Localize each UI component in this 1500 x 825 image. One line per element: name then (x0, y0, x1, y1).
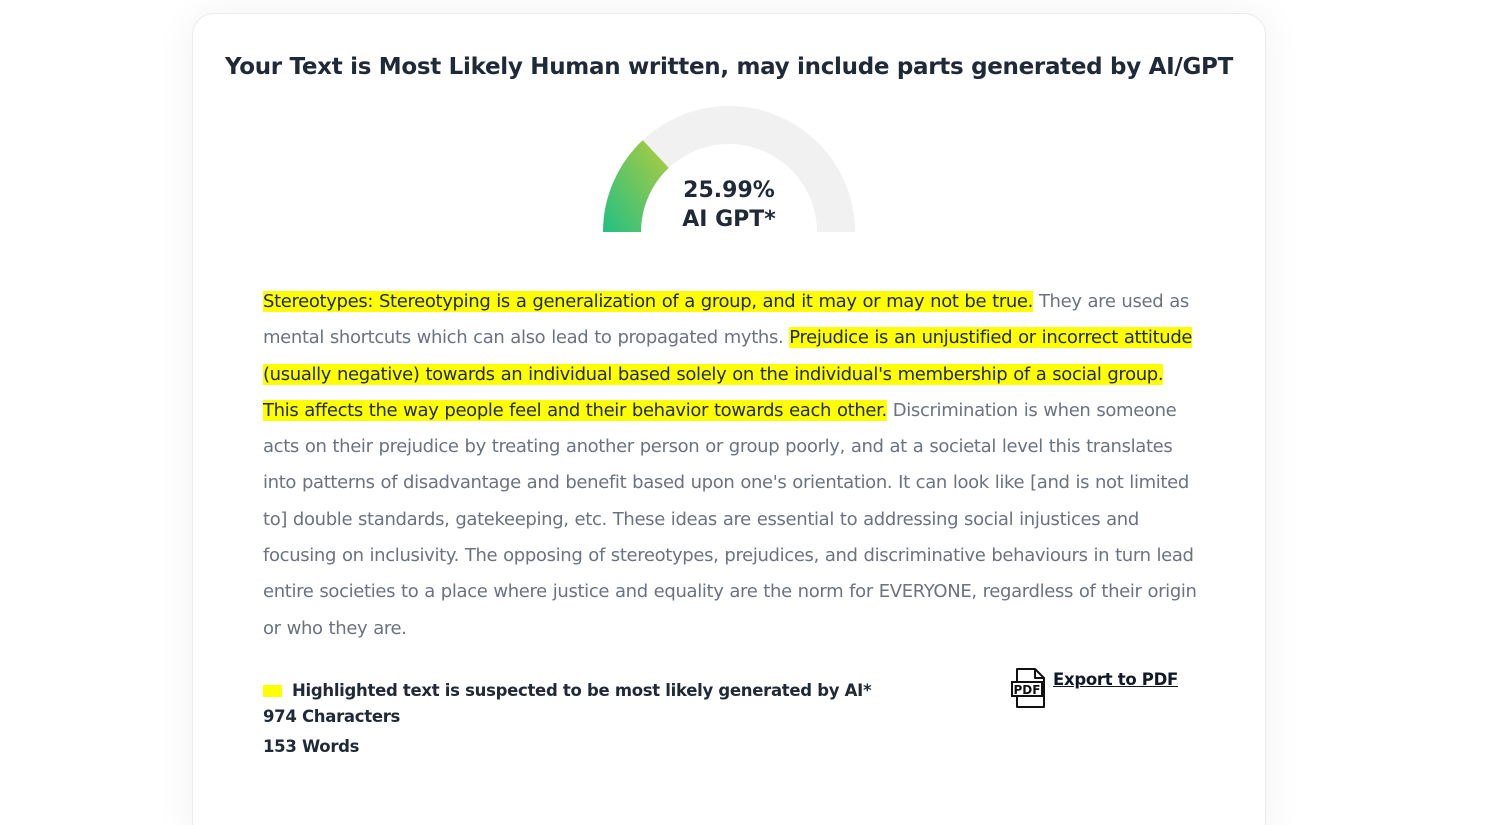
gauge-value: 25.99% (683, 178, 775, 203)
result-card: Your Text is Most Likely Human written, … (192, 13, 1266, 825)
highlight-legend: Highlighted text is suspected to be most… (263, 676, 872, 706)
export-pdf-label: Export to PDF (1053, 670, 1178, 689)
export-pdf-link[interactable]: PDF Export to PDF (1011, 668, 1178, 708)
pdf-file-icon: PDF (1011, 668, 1045, 708)
page: Your Text is Most Likely Human written, … (0, 0, 1500, 825)
result-title: Your Text is Most Likely Human written, … (224, 54, 1233, 80)
word-count: 153 Words (263, 737, 360, 756)
analyzed-text: Stereotypes: Stereotyping is a generaliz… (263, 284, 1198, 647)
highlighted-segment: Stereotypes: Stereotyping is a generaliz… (263, 291, 1034, 312)
gauge-label: AI GPT* (682, 207, 776, 232)
legend: Highlighted text is suspected to be most… (263, 676, 872, 766)
text-segment: Discrimination is when someone acts on t… (263, 399, 1197, 639)
highlight-legend-text: Highlighted text is suspected to be most… (292, 681, 872, 700)
highlight-swatch (263, 685, 282, 697)
ai-score-gauge: 25.99% AI GPT* (603, 106, 855, 236)
pdf-icon-text: PDF (1014, 683, 1041, 697)
highlighted-segment: This affects the way people feel and the… (263, 399, 887, 421)
character-count: 974 Characters (263, 707, 401, 726)
